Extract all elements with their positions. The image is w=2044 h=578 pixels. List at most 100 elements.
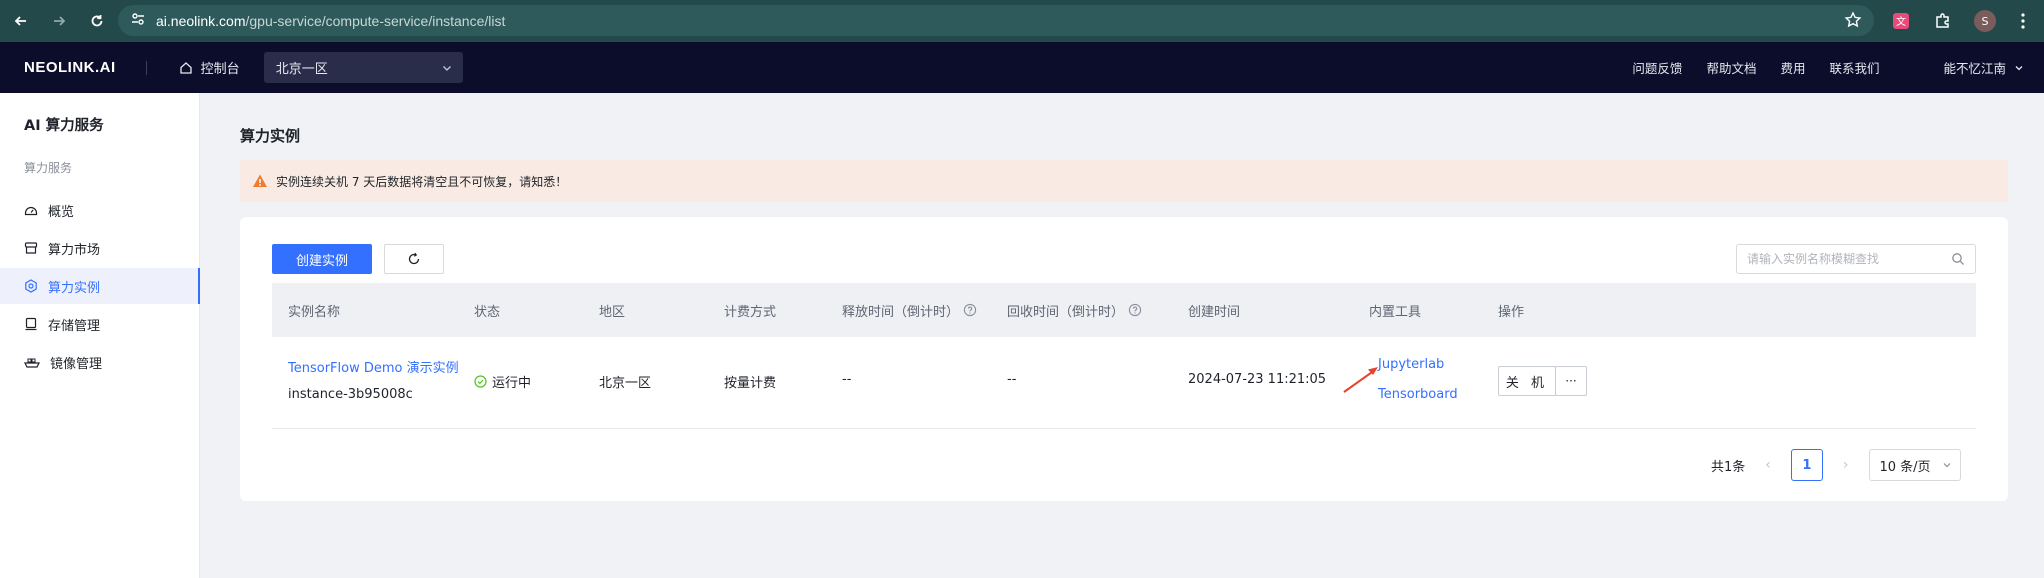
column-header-tools: 内置工具: [1369, 304, 1422, 320]
search-icon[interactable]: [1951, 252, 1965, 266]
page-number-button[interactable]: 1: [1790, 449, 1823, 481]
column-header-actions: 操作: [1498, 304, 1525, 320]
region-cell: 北京一区: [599, 376, 652, 391]
instance-id: instance-3b95008c: [288, 387, 413, 402]
url-path: /gpu-service/compute-service/instance/li…: [245, 12, 506, 29]
release-time-cell: --: [842, 372, 852, 387]
instance-card: 创建实例 实例名称 状态 地区 计费方式 释放时间（倒计时） 回收时间（倒计时）: [240, 217, 2008, 501]
sidebar-item-market[interactable]: 算力市场: [0, 230, 200, 266]
search-box[interactable]: [1736, 244, 1976, 274]
sidebar-section-label: 算力服务: [24, 161, 73, 175]
check-circle-icon: [474, 375, 487, 388]
status-text: 运行中: [492, 376, 532, 391]
page-size-select[interactable]: 10 条/页: [1868, 449, 1961, 481]
column-header-status: 状态: [474, 304, 501, 320]
app-header: NEOLINK.AI 控制台 北京一区 问题反馈 帮助文档 费用 联系我们 能不…: [0, 42, 2044, 93]
dashboard-icon: [24, 206, 38, 216]
instance-table: 实例名称 状态 地区 计费方式 释放时间（倒计时） 回收时间（倒计时） 创建时间…: [272, 283, 1976, 429]
feedback-link[interactable]: 问题反馈: [1632, 58, 1682, 77]
chevron-down-icon: [2015, 65, 2023, 70]
browser-toolbar: ai.neolink.com/gpu-service/compute-servi…: [0, 0, 2044, 42]
instance-icon: [25, 279, 37, 293]
extensions-area: 文 S: [1890, 0, 2044, 42]
warning-icon: [253, 174, 267, 187]
create-instance-button[interactable]: 创建实例: [272, 244, 372, 274]
pagination: 共1条 ‹ 1 › 10 条/页: [1711, 449, 1961, 481]
more-actions-button[interactable]: ···: [1555, 366, 1587, 396]
sidebar: AI 算力服务 算力服务 概览 算力市场 算力实例 存储管理 镜像管理: [0, 93, 200, 578]
svg-text:文: 文: [1896, 15, 1906, 28]
header-divider: [145, 60, 147, 75]
column-header-label: 释放时间（倒计时）: [842, 304, 960, 320]
image-icon: [24, 358, 40, 368]
sidebar-item-label: 算力实例: [48, 280, 101, 296]
sidebar-item-label: 算力市场: [48, 242, 101, 258]
sidebar-item-images[interactable]: 镜像管理: [0, 344, 200, 380]
tensorboard-link[interactable]: Tensorboard: [1378, 387, 1458, 402]
reload-icon[interactable]: [86, 10, 108, 32]
console-label: 控制台: [200, 62, 240, 77]
page-size-value: 10 条/页: [1879, 459, 1931, 475]
column-header-label: 回收时间（倒计时）: [1007, 304, 1125, 320]
alert-text: 实例连续关机 7 天后数据将清空且不可恢复，请知悉！: [276, 174, 568, 189]
region-select[interactable]: 北京一区: [263, 52, 463, 83]
bookmark-star-icon[interactable]: [1844, 11, 1862, 33]
user-name: 能不忆江南: [1943, 61, 2006, 76]
total-count: 共1条: [1711, 459, 1746, 475]
profile-avatar[interactable]: S: [1974, 10, 1996, 32]
help-icon[interactable]: [1128, 303, 1142, 317]
refresh-button[interactable]: [384, 244, 444, 274]
home-icon: [180, 61, 192, 74]
column-header-recycle-time: 回收时间（倒计时）: [1007, 301, 1142, 320]
sidebar-item-label: 存储管理: [48, 318, 101, 334]
sidebar-item-storage[interactable]: 存储管理: [0, 306, 200, 342]
billing-link[interactable]: 费用: [1780, 58, 1805, 77]
column-header-region: 地区: [599, 304, 626, 320]
browser-menu-icon[interactable]: [2012, 10, 2034, 32]
main-content: 算力实例 实例连续关机 7 天后数据将清空且不可恢复，请知悉！ 创建实例 实例名…: [200, 93, 2044, 578]
extensions-puzzle-icon[interactable]: [1932, 10, 1954, 32]
console-link[interactable]: 控制台: [179, 58, 240, 77]
column-header-created: 创建时间: [1188, 304, 1241, 320]
next-page-icon[interactable]: ›: [1843, 457, 1849, 473]
billing-cell: 按量计费: [724, 376, 777, 391]
url-text: ai.neolink.com/gpu-service/compute-servi…: [156, 13, 505, 29]
jupyterlab-link[interactable]: Jupyterlab: [1378, 357, 1444, 372]
site-info-icon[interactable]: [130, 11, 146, 31]
url-domain: ai.neolink.com: [156, 12, 246, 29]
column-header-billing: 计费方式: [724, 304, 777, 320]
warning-alert: 实例连续关机 7 天后数据将清空且不可恢复，请知悉！: [240, 160, 2008, 202]
help-docs-link[interactable]: 帮助文档: [1706, 58, 1756, 77]
contact-link[interactable]: 联系我们: [1829, 58, 1879, 77]
header-right-nav: 问题反馈 帮助文档 费用 联系我们 能不忆江南: [1608, 42, 2024, 93]
prev-page-icon[interactable]: ‹: [1765, 457, 1771, 473]
page-title: 算力实例: [240, 127, 301, 145]
help-icon[interactable]: [963, 303, 977, 317]
column-header-name: 实例名称: [288, 304, 341, 320]
market-icon: [24, 242, 38, 254]
user-menu[interactable]: 能不忆江南: [1943, 58, 2024, 77]
table-row: TensorFlow Demo 演示实例 instance-3b95008c 运…: [272, 337, 1976, 429]
sidebar-item-instances[interactable]: 算力实例: [0, 268, 200, 304]
shutdown-button[interactable]: 关 机: [1498, 366, 1556, 396]
sidebar-item-label: 概览: [48, 204, 75, 220]
instance-name-link[interactable]: TensorFlow Demo 演示实例: [288, 357, 459, 376]
translate-extension-icon[interactable]: 文: [1890, 10, 1912, 32]
back-icon[interactable]: [10, 10, 32, 32]
chevron-down-icon: [442, 65, 451, 71]
refresh-icon: [408, 252, 420, 265]
column-header-release-time: 释放时间（倒计时）: [842, 301, 977, 320]
sidebar-item-overview[interactable]: 概览: [0, 192, 200, 228]
forward-icon[interactable]: [48, 10, 70, 32]
chevron-down-icon: [1943, 463, 1950, 468]
address-bar[interactable]: ai.neolink.com/gpu-service/compute-servi…: [118, 5, 1874, 36]
brand-logo[interactable]: NEOLINK.AI: [24, 59, 116, 76]
region-value: 北京一区: [275, 62, 328, 77]
storage-icon: [25, 317, 37, 331]
created-time-cell: 2024-07-23 11:21:05: [1188, 372, 1327, 387]
annotation-arrow-icon: [1343, 367, 1378, 393]
search-input[interactable]: [1747, 252, 1937, 266]
table-header: 实例名称 状态 地区 计费方式 释放时间（倒计时） 回收时间（倒计时） 创建时间…: [272, 283, 1976, 337]
status-badge: 运行中: [474, 372, 531, 391]
recycle-time-cell: --: [1007, 372, 1017, 387]
